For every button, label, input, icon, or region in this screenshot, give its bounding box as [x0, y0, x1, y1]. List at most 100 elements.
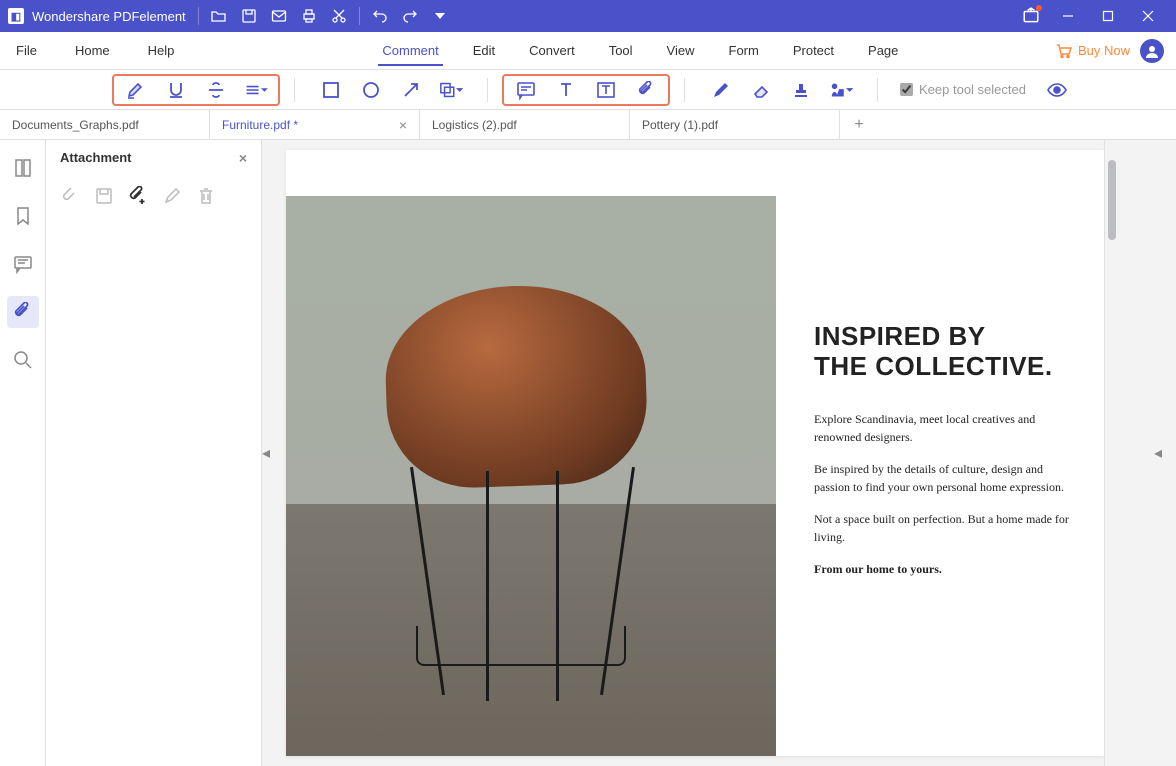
comments-panel-icon[interactable]: [7, 248, 39, 280]
add-attachment-icon[interactable]: [128, 186, 148, 206]
close-icon[interactable]: ×: [399, 117, 407, 133]
save-icon[interactable]: [241, 8, 257, 24]
menu-tool[interactable]: Tool: [605, 35, 637, 66]
maximize-button[interactable]: [1088, 0, 1128, 32]
search-panel-icon[interactable]: [7, 344, 39, 376]
bookmarks-panel-icon[interactable]: [7, 200, 39, 232]
signature-dropdown-icon[interactable]: [829, 78, 853, 102]
doc-tagline: From our home to yours.: [814, 560, 1074, 578]
keep-tool-checkbox[interactable]: Keep tool selected: [900, 82, 1026, 97]
menu-comment[interactable]: Comment: [378, 35, 442, 66]
collapse-left-icon[interactable]: ◂: [262, 443, 270, 463]
quick-access-dropdown-icon[interactable]: [432, 8, 448, 24]
tab-furniture[interactable]: Furniture.pdf * ×: [210, 110, 420, 139]
buy-now-button[interactable]: Buy Now: [1056, 43, 1130, 59]
sticky-note-icon[interactable]: [514, 78, 538, 102]
shape-group: [309, 76, 473, 104]
draw-group: [699, 76, 863, 104]
cut-icon[interactable]: [331, 8, 347, 24]
page-image: [286, 196, 776, 756]
tab-label: Logistics (2).pdf: [432, 118, 517, 132]
mail-icon[interactable]: [271, 8, 287, 24]
panel-title: Attachment: [60, 150, 132, 165]
menu-file[interactable]: File: [12, 35, 41, 66]
oval-tool-icon[interactable]: [359, 78, 383, 102]
open-folder-icon[interactable]: [211, 8, 227, 24]
buy-now-label: Buy Now: [1078, 43, 1130, 58]
stamp-tool-icon[interactable]: [789, 78, 813, 102]
strikethrough-tool-icon[interactable]: [204, 78, 228, 102]
side-strip: [0, 140, 46, 766]
close-button[interactable]: [1128, 0, 1168, 32]
doc-para3: Not a space built on perfection. But a h…: [814, 510, 1074, 546]
rectangle-tool-icon[interactable]: [319, 78, 343, 102]
divider: [198, 7, 199, 25]
cart-icon: [1056, 43, 1072, 59]
text-box-icon[interactable]: [594, 78, 618, 102]
menu-home[interactable]: Home: [71, 35, 114, 66]
menu-convert[interactable]: Convert: [525, 35, 579, 66]
tab-documents-graphs[interactable]: Documents_Graphs.pdf: [0, 110, 210, 139]
divider: [359, 7, 360, 25]
pencil-tool-icon[interactable]: [709, 78, 733, 102]
minimize-button[interactable]: [1048, 0, 1088, 32]
delete-attachment-icon[interactable]: [196, 186, 216, 206]
close-icon[interactable]: ×: [239, 150, 247, 166]
note-group: [502, 74, 670, 106]
edit-attachment-icon[interactable]: [162, 186, 182, 206]
hide-comments-icon[interactable]: [1046, 79, 1068, 101]
app-title: Wondershare PDFelement: [32, 9, 186, 24]
tab-label: Furniture.pdf *: [222, 118, 298, 132]
share-icon[interactable]: [1022, 7, 1040, 25]
document-canvas[interactable]: ◂ INSPIRED BY THE COLLECTIVE. Explore Sc…: [262, 140, 1176, 766]
text-markup-group: [112, 74, 280, 106]
save-attachment-icon[interactable]: [94, 186, 114, 206]
comment-toolbar: Keep tool selected: [0, 70, 1176, 110]
doc-para2: Be inspired by the details of culture, d…: [814, 460, 1074, 496]
doc-para1: Explore Scandinavia, meet local creative…: [814, 410, 1074, 446]
undo-icon[interactable]: [372, 8, 388, 24]
main-area: Attachment × ◂: [0, 140, 1176, 766]
doc-headline: INSPIRED BY THE COLLECTIVE.: [814, 322, 1074, 382]
eraser-tool-icon[interactable]: [749, 78, 773, 102]
redo-icon[interactable]: [402, 8, 418, 24]
page-text-block: INSPIRED BY THE COLLECTIVE. Explore Scan…: [814, 322, 1074, 592]
add-tab-button[interactable]: +: [840, 110, 878, 139]
menu-page[interactable]: Page: [864, 35, 902, 66]
tab-logistics[interactable]: Logistics (2).pdf: [420, 110, 630, 139]
print-icon[interactable]: [301, 8, 317, 24]
collapse-right-icon[interactable]: ◂: [1154, 443, 1162, 463]
squiggly-tool-icon[interactable]: [244, 78, 268, 102]
typewriter-icon[interactable]: [554, 78, 578, 102]
open-attachment-icon[interactable]: [60, 186, 80, 206]
highlight-tool-icon[interactable]: [124, 78, 148, 102]
attachment-tool-icon[interactable]: [634, 78, 658, 102]
menu-view[interactable]: View: [663, 35, 699, 66]
menu-protect[interactable]: Protect: [789, 35, 838, 66]
menu-help[interactable]: Help: [144, 35, 179, 66]
tab-label: Pottery (1).pdf: [642, 118, 718, 132]
menu-edit[interactable]: Edit: [469, 35, 499, 66]
tab-pottery[interactable]: Pottery (1).pdf: [630, 110, 840, 139]
scrollbar-thumb[interactable]: [1108, 160, 1116, 240]
headline-line1: INSPIRED BY: [814, 321, 986, 351]
menu-form[interactable]: Form: [725, 35, 763, 66]
scrollbar-track[interactable]: [1104, 140, 1118, 766]
avatar-button[interactable]: [1140, 39, 1164, 63]
pdf-page[interactable]: INSPIRED BY THE COLLECTIVE. Explore Scan…: [286, 150, 1104, 756]
attachments-panel-icon[interactable]: [7, 296, 39, 328]
tab-label: Documents_Graphs.pdf: [12, 118, 139, 132]
separator: [877, 78, 878, 102]
panel-header: Attachment ×: [46, 140, 261, 176]
shapes-dropdown-icon[interactable]: [439, 78, 463, 102]
panel-toolbar: [46, 176, 261, 216]
separator: [684, 78, 685, 102]
separator: [487, 78, 488, 102]
keep-tool-check-icon[interactable]: [900, 83, 913, 96]
document-tabs: Documents_Graphs.pdf Furniture.pdf * × L…: [0, 110, 1176, 140]
headline-line2: THE COLLECTIVE.: [814, 351, 1053, 381]
thumbnails-panel-icon[interactable]: [7, 152, 39, 184]
arrow-tool-icon[interactable]: [399, 78, 423, 102]
underline-tool-icon[interactable]: [164, 78, 188, 102]
menu-bar: File Home Help Comment Edit Convert Tool…: [0, 32, 1176, 70]
